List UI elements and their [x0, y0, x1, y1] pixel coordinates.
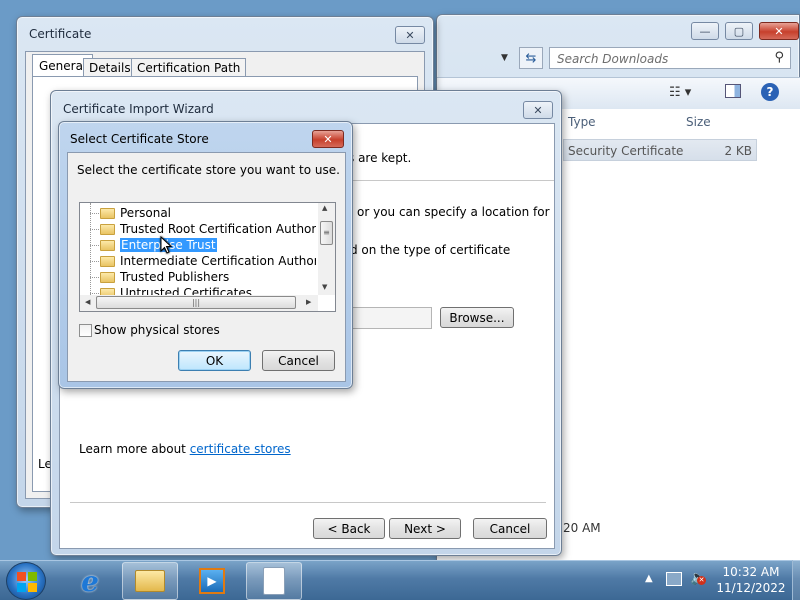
scroll-down-arrow[interactable]: ▼: [322, 283, 327, 291]
search-icon: ⚲: [774, 50, 784, 65]
show-physical-checkbox[interactable]: [79, 324, 92, 337]
store-dialog-client: Select the certificate store you want to…: [67, 152, 346, 382]
tree-connector-line: [90, 203, 91, 295]
folder-icon: [100, 256, 115, 267]
start-button[interactable]: [6, 562, 46, 600]
wizard-footer-divider: [70, 502, 546, 503]
next-button[interactable]: Next >: [389, 518, 461, 539]
show-desktop-button[interactable]: [792, 560, 800, 600]
folder-icon: [100, 240, 115, 251]
folder-icon: [100, 224, 115, 235]
taskbar-media-player[interactable]: ▶: [184, 562, 240, 600]
clock-time: 10:32 AM: [722, 565, 780, 579]
store-path-field[interactable]: [350, 307, 432, 329]
scroll-up-arrow[interactable]: ▲: [322, 204, 327, 212]
folder-icon: [100, 288, 115, 295]
tree-item-intermediate[interactable]: Intermediate Certification Authorities: [90, 253, 316, 269]
store-dialog-title: Select Certificate Store: [70, 132, 209, 146]
media-player-icon: ▶: [199, 568, 225, 594]
tree-item-label: Intermediate Certification Authorities: [120, 254, 316, 268]
tree-item-label: Trusted Root Certification Authorities: [120, 222, 316, 236]
clock-date: 11/12/2022: [716, 581, 786, 595]
store-instruction: Select the certificate store you want to…: [77, 163, 340, 177]
wizard-text-line-3: d on the type of certificate: [350, 243, 511, 257]
scroll-left-arrow[interactable]: ◀: [85, 298, 90, 306]
show-hidden-icons-arrow[interactable]: ▲: [645, 573, 653, 584]
wizard-text-line-2: or you can specify a location for: [357, 205, 550, 219]
tree-item-trusted-root[interactable]: Trusted Root Certification Authorities: [90, 221, 316, 237]
scroll-thumb-vertical[interactable]: ≡: [320, 221, 333, 245]
certificate-close-button[interactable]: ✕: [395, 26, 425, 44]
wizard-title: Certificate Import Wizard: [63, 102, 214, 116]
learn-more-text: Learn more about certificate stores: [79, 442, 291, 456]
windows-logo-icon: [17, 572, 37, 592]
taskbar-certificate[interactable]: [246, 562, 302, 600]
tree-item-label: Untrusted Certificates: [120, 286, 252, 295]
column-header-type[interactable]: Type: [568, 115, 596, 129]
folder-icon: [100, 208, 115, 219]
internet-explorer-icon: e: [81, 564, 99, 598]
folder-library-icon: [135, 570, 165, 592]
refresh-icon[interactable]: ⇆: [519, 47, 543, 69]
tree-horizontal-scrollbar[interactable]: ◀ ||| ▶: [80, 295, 318, 311]
show-physical-label[interactable]: Show physical stores: [94, 323, 220, 337]
tree-item-trusted-publishers[interactable]: Trusted Publishers: [90, 269, 230, 285]
store-dialog-close-button[interactable]: ✕: [312, 130, 344, 148]
tab-certification-path[interactable]: Certification Path: [131, 58, 247, 77]
explorer-maximize-button[interactable]: ▢: [725, 22, 753, 40]
network-icon[interactable]: [666, 572, 682, 586]
column-header-size[interactable]: Size: [686, 115, 711, 129]
help-icon[interactable]: ?: [761, 83, 779, 101]
tree-item-enterprise-trust[interactable]: Enterprise Trust: [90, 237, 217, 253]
file-type-cell: Security Certificate: [568, 144, 684, 158]
mute-badge: ✕: [697, 576, 706, 585]
tree-vertical-scrollbar[interactable]: ▲ ≡ ▼: [318, 203, 335, 295]
wizard-cancel-button[interactable]: Cancel: [473, 518, 547, 539]
tab-details[interactable]: Details: [83, 58, 137, 77]
back-button[interactable]: < Back: [313, 518, 385, 539]
explorer-close-button[interactable]: ✕: [759, 22, 799, 40]
volume-muted-icon[interactable]: 🔈✕: [690, 570, 707, 586]
tree-item-label: Trusted Publishers: [120, 270, 230, 284]
taskbar-windows-explorer[interactable]: [122, 562, 178, 600]
date-modified-fragment: 20 AM: [563, 521, 601, 535]
file-row[interactable]: Security Certificate 2 KB: [563, 139, 757, 161]
scroll-right-arrow[interactable]: ▶: [306, 298, 311, 306]
tree-item-label: Personal: [120, 206, 172, 220]
browse-button[interactable]: Browse...: [440, 307, 514, 328]
explorer-minimize-button[interactable]: —: [691, 22, 719, 40]
wizard-text-line-1: s are kept.: [348, 151, 412, 165]
search-placeholder: Search Downloads: [557, 52, 669, 66]
search-input[interactable]: Search Downloads ⚲: [549, 47, 791, 69]
select-store-dialog: Select Certificate Store ✕ Select the ce…: [58, 121, 353, 389]
store-tree[interactable]: Personal Trusted Root Certification Auth…: [79, 202, 336, 312]
ok-button[interactable]: OK: [178, 350, 251, 371]
tree-item-personal[interactable]: Personal: [90, 205, 172, 221]
address-dropdown-arrow[interactable]: ▼: [501, 53, 508, 63]
folder-icon: [100, 272, 115, 283]
store-tree-items: Personal Trusted Root Certification Auth…: [80, 203, 316, 295]
preview-pane-icon[interactable]: [725, 84, 741, 98]
wizard-close-button[interactable]: ✕: [523, 101, 553, 119]
file-size-cell: 2 KB: [724, 144, 752, 158]
clock[interactable]: 10:32 AM 11/12/2022: [716, 564, 786, 596]
learn-more-label: Learn more about: [79, 442, 190, 456]
view-options-icon[interactable]: ☷ ▾: [669, 85, 691, 100]
certificate-window-title: Certificate: [29, 27, 92, 41]
taskbar-internet-explorer[interactable]: e: [62, 562, 118, 600]
certificate-stores-link[interactable]: certificate stores: [190, 442, 291, 456]
scroll-thumb-horizontal[interactable]: |||: [96, 296, 296, 309]
document-icon: [263, 567, 285, 595]
store-cancel-button[interactable]: Cancel: [262, 350, 335, 371]
tree-item-untrusted[interactable]: Untrusted Certificates: [90, 285, 252, 295]
